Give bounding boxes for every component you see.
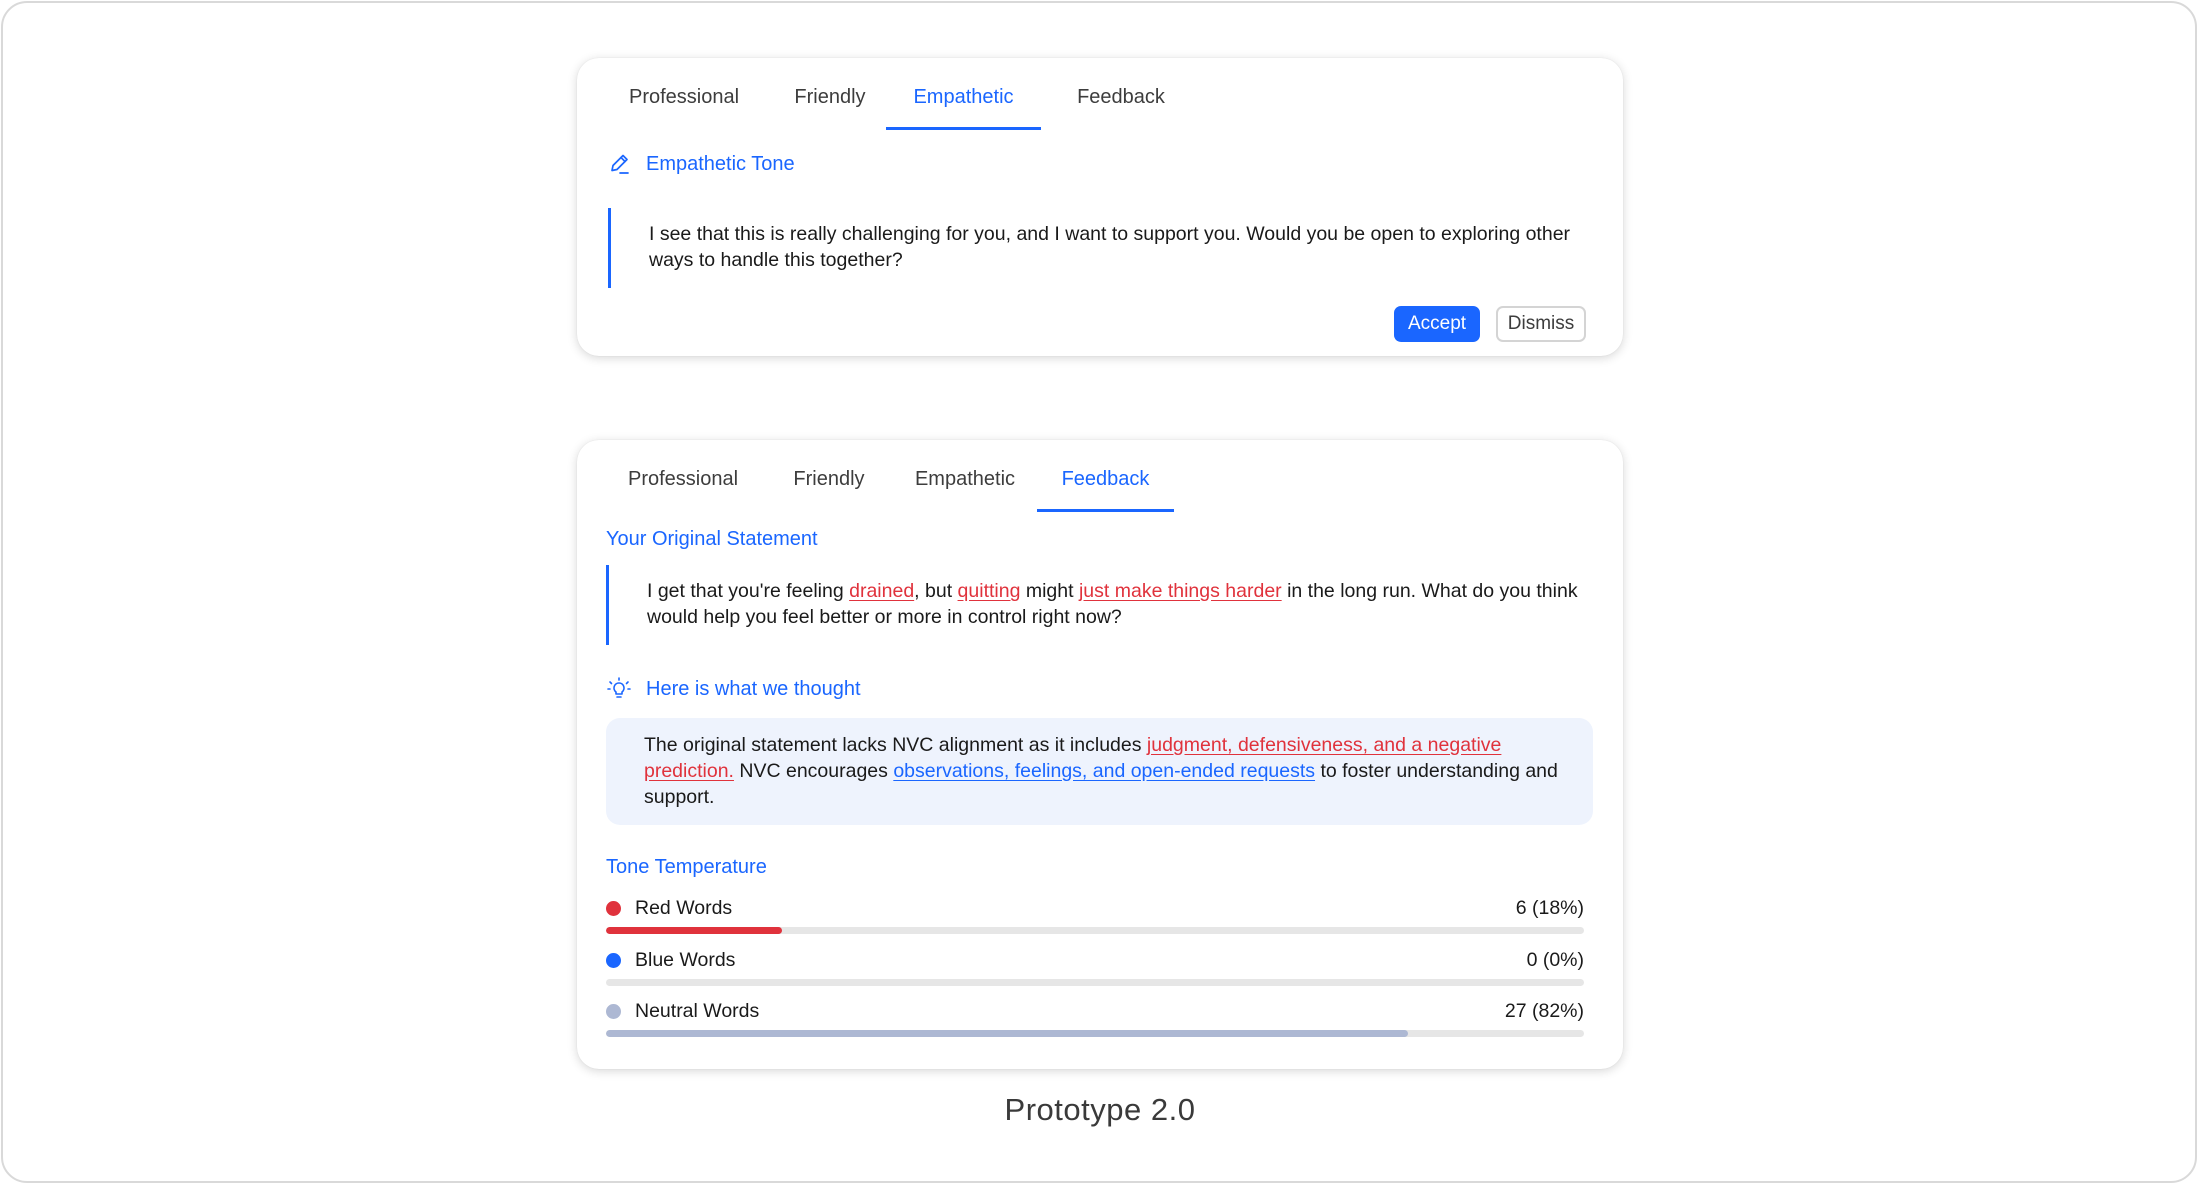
metric-label-text: Red Words xyxy=(635,897,733,919)
progress-track xyxy=(606,1030,1584,1037)
metric-blue-words: Blue Words 0 (0%) xyxy=(606,949,1584,993)
thought-text: The original statement lacks NVC alignme… xyxy=(644,734,1147,756)
metric-value: 6 (18%) xyxy=(1515,897,1584,919)
tab-empathetic[interactable]: Empathetic xyxy=(905,468,1025,512)
tab-friendly[interactable]: Friendly xyxy=(785,86,875,130)
original-red-phrase: quitting xyxy=(957,580,1021,602)
legend-dot xyxy=(606,901,621,916)
empathetic-tone-header: Empathetic Tone xyxy=(608,152,795,176)
tone-tabs: Professional Friendly Empathetic Feedbac… xyxy=(577,58,1623,130)
original-text: I get that you're feeling xyxy=(647,580,850,602)
progress-track xyxy=(606,927,1584,934)
empathetic-suggestion-card: Professional Friendly Empathetic Feedbac… xyxy=(577,58,1623,356)
edit-pen-icon xyxy=(611,154,629,174)
thought-blue-phrase: observations, feelings, and open-ended r… xyxy=(893,760,1316,782)
thought-header: Here is what we thought xyxy=(606,676,861,702)
metric-value: 27 (82%) xyxy=(1504,1000,1584,1022)
tab-friendly[interactable]: Friendly xyxy=(784,468,874,512)
dismiss-button[interactable]: Dismiss xyxy=(1496,306,1586,342)
tone-temperature-header: Tone Temperature xyxy=(606,856,767,879)
metric-label: Red Words xyxy=(606,897,732,920)
metric-red-words: Red Words 6 (18%) xyxy=(606,897,1584,941)
progress-track xyxy=(606,979,1584,986)
metric-value: 0 (0%) xyxy=(1526,949,1584,971)
original-red-phrase: drained xyxy=(849,580,915,602)
metric-label: Blue Words xyxy=(606,949,735,972)
tab-empathetic[interactable]: Empathetic xyxy=(886,86,1041,130)
original-red-phrase: just make things harder xyxy=(1078,580,1282,602)
metric-label: Neutral Words xyxy=(606,1000,759,1023)
thought-text: NVC encourages xyxy=(733,760,894,782)
metric-neutral-words: Neutral Words 27 (82%) xyxy=(606,1000,1584,1044)
legend-dot xyxy=(606,1004,621,1019)
legend-dot xyxy=(606,953,621,968)
original-statement-header: Your Original Statement xyxy=(606,528,818,551)
metric-label-text: Blue Words xyxy=(635,949,736,971)
thought-explanation: The original statement lacks NVC alignme… xyxy=(606,718,1593,825)
thought-title: Here is what we thought xyxy=(646,677,861,700)
tab-professional[interactable]: Professional xyxy=(628,468,738,512)
suggestion-text: I see that this is really challenging fo… xyxy=(608,208,1588,288)
original-text: might xyxy=(1020,580,1079,602)
original-statement-title: Your Original Statement xyxy=(606,528,818,550)
tab-professional[interactable]: Professional xyxy=(629,86,739,130)
tone-tabs: Professional Friendly Empathetic Feedbac… xyxy=(577,440,1623,512)
prototype-caption: Prototype 2.0 xyxy=(1004,1092,1196,1127)
accept-button[interactable]: Accept xyxy=(1394,306,1480,342)
lightbulb-icon xyxy=(607,677,631,698)
tab-feedback[interactable]: Feedback xyxy=(1037,468,1174,512)
progress-fill xyxy=(606,927,783,934)
tab-feedback[interactable]: Feedback xyxy=(1061,86,1181,130)
tone-temperature-title: Tone Temperature xyxy=(606,856,767,878)
metric-label-text: Neutral Words xyxy=(635,1000,760,1022)
original-statement-text: I get that you're feeling drained, but q… xyxy=(606,565,1586,645)
original-text: , but xyxy=(914,580,958,602)
progress-fill xyxy=(606,1030,1408,1037)
feedback-card: Professional Friendly Empathetic Feedbac… xyxy=(577,440,1623,1069)
section-title: Empathetic Tone xyxy=(646,152,795,175)
